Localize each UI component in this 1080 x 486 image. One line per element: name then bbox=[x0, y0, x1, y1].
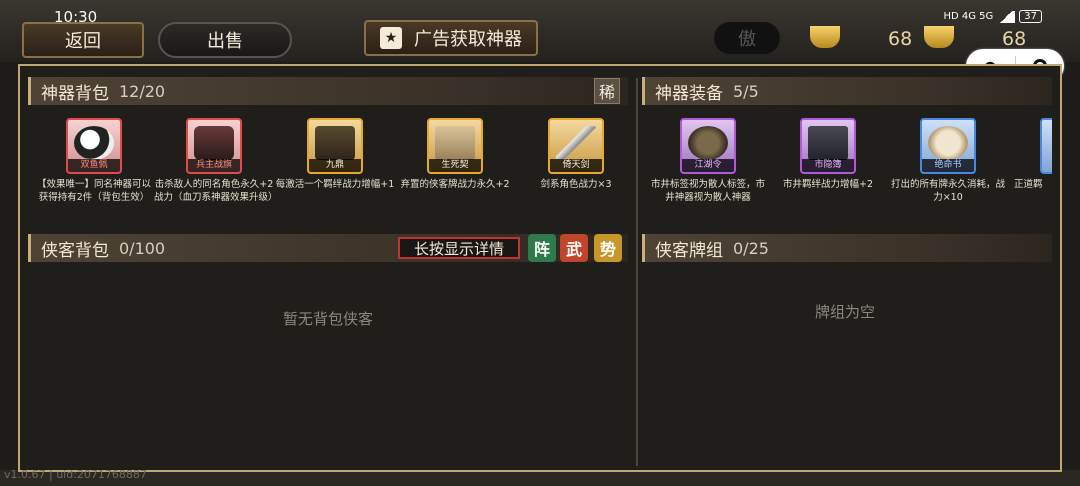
gold-ingot-icon bbox=[924, 26, 954, 48]
artifact-art: 兵主战旗 bbox=[186, 118, 242, 174]
ingot-icon bbox=[810, 26, 840, 48]
currency-right-value: 68 bbox=[1002, 28, 1027, 50]
network-label: HD 4G 5G bbox=[943, 11, 994, 22]
ledger-book-icon bbox=[808, 126, 848, 160]
hero-deck-count: 0/25 bbox=[733, 238, 769, 258]
artifact-art: 生死契 bbox=[427, 118, 483, 174]
sell-button[interactable]: 出售 bbox=[158, 22, 292, 58]
artifact-art: 绝命书 bbox=[920, 118, 976, 174]
artifact-desc: 弃置的侠客牌战力永久+2 bbox=[400, 179, 510, 190]
equipped-artifact-card[interactable]: 市隐簿 市井羁绊战力增幅+2 bbox=[768, 118, 888, 191]
artifact-name: 九鼎 bbox=[309, 159, 361, 172]
artifact-desc: 打出的所有牌永久消耗，战力×10 bbox=[890, 179, 1005, 203]
artifact-desc: 正道羁 bbox=[1014, 179, 1043, 190]
contract-book-icon bbox=[435, 126, 475, 160]
equipped-artifact-card-partial[interactable]: 正道羁 bbox=[1008, 118, 1052, 191]
artifact-art: 市隐簿 bbox=[800, 118, 856, 174]
artifact-art: 倚天剑 bbox=[548, 118, 604, 174]
yin-yang-pendant-icon bbox=[74, 126, 114, 160]
hero-deck-header: 侠客牌组 0/25 bbox=[642, 234, 1052, 262]
back-label: 返回 bbox=[65, 31, 101, 52]
artifact-card[interactable]: 九鼎 每激活一个羁绊战力增幅+1 bbox=[275, 118, 395, 191]
artifact-name: 兵主战旗 bbox=[188, 159, 240, 172]
artifact-card[interactable]: 生死契 弃置的侠客牌战力永久+2 bbox=[395, 118, 515, 191]
artifact-card[interactable]: 倚天剑 剑系角色战力×3 bbox=[516, 118, 636, 191]
status-bar: 10:30 HD 4G 5G 37 bbox=[0, 6, 1080, 28]
tripod-cauldron-icon bbox=[315, 126, 355, 160]
hero-bag-title: 侠客背包 bbox=[41, 240, 109, 261]
token-medallion-icon bbox=[688, 126, 728, 160]
game-logo-seal: 傲 bbox=[714, 22, 780, 54]
artifact-bag-header: 神器背包 12/20 稀 bbox=[28, 77, 628, 105]
equipped-artifact-card[interactable]: 江湖令 市井标签视为散人标签，市井神器视为散人神器 bbox=[648, 118, 768, 204]
artifact-desc: 剑系角色战力×3 bbox=[540, 179, 612, 190]
artifact-bag-count: 12/20 bbox=[119, 81, 166, 101]
artifact-name: 绝命书 bbox=[922, 159, 974, 172]
artifact-desc: 击杀敌人的同名角色永久+2战力（血刀系神器效果升级） bbox=[154, 179, 278, 203]
bottom-background bbox=[0, 470, 1080, 486]
filter-force-button[interactable]: 势 bbox=[594, 234, 622, 262]
hero-deck-title: 侠客牌组 bbox=[655, 240, 723, 261]
filter-martial-button[interactable]: 武 bbox=[560, 234, 588, 262]
artifact-name: 生死契 bbox=[429, 159, 481, 172]
artifact-art: 双鱼佩 bbox=[66, 118, 122, 174]
artifact-desc: 【效果唯一】同名神器可以获得持有2件（背包生效） bbox=[36, 179, 151, 203]
artifact-art: 江湖令 bbox=[680, 118, 736, 174]
hero-bag-empty-text: 暂无背包侠客 bbox=[283, 310, 374, 328]
version-label: v1.0.67 | uid:2071768887 bbox=[4, 468, 147, 481]
artifact-card[interactable]: 双鱼佩 【效果唯一】同名神器可以获得持有2件（背包生效） bbox=[34, 118, 154, 204]
back-button[interactable]: 返回 bbox=[22, 22, 144, 58]
artifact-equip-header: 神器装备 5/5 bbox=[642, 77, 1052, 105]
sell-label: 出售 bbox=[207, 31, 243, 52]
artifact-bag-title: 神器背包 bbox=[41, 83, 109, 104]
video-icon: ★ bbox=[380, 27, 402, 49]
hold-for-details-button[interactable]: 长按显示详情 bbox=[398, 237, 520, 259]
artifact-art bbox=[1040, 118, 1052, 174]
artifact-name: 江湖令 bbox=[682, 159, 734, 172]
signal-icon bbox=[997, 10, 1016, 23]
scroll-icon bbox=[928, 126, 968, 160]
hero-deck-empty-text: 牌组为空 bbox=[815, 303, 876, 321]
filter-formation-button[interactable]: 阵 bbox=[528, 234, 556, 262]
equipped-artifact-card[interactable]: 绝命书 打出的所有牌永久消耗，战力×10 bbox=[888, 118, 1008, 204]
system-icons: HD 4G 5G 37 bbox=[943, 10, 1042, 23]
artifact-art: 九鼎 bbox=[307, 118, 363, 174]
ad-artifact-button[interactable]: ★ 广告获取神器 bbox=[364, 20, 538, 56]
artifact-card[interactable]: 兵主战旗 击杀敌人的同名角色永久+2战力（血刀系神器效果升级） bbox=[154, 118, 278, 204]
battery-icon: 37 bbox=[1019, 10, 1042, 23]
artifact-desc: 市井标签视为散人标签，市井神器视为散人神器 bbox=[650, 179, 765, 203]
panel-divider bbox=[636, 78, 638, 466]
ad-label: 广告获取神器 bbox=[414, 29, 522, 50]
rarity-sort-button[interactable]: 稀 bbox=[594, 78, 620, 104]
currency-left-value: 68 bbox=[888, 28, 913, 50]
artifact-name: 市隐簿 bbox=[802, 159, 854, 172]
artifact-desc: 每激活一个羁绊战力增幅+1 bbox=[275, 179, 395, 190]
artifact-equip-title: 神器装备 bbox=[655, 83, 723, 104]
war-banner-icon bbox=[194, 126, 234, 160]
artifact-name: 倚天剑 bbox=[550, 159, 602, 172]
sword-icon bbox=[556, 126, 596, 160]
artifact-desc: 市井羁绊战力增幅+2 bbox=[782, 179, 873, 190]
artifact-equip-count: 5/5 bbox=[733, 81, 759, 101]
hero-bag-count: 0/100 bbox=[119, 238, 166, 258]
artifact-name: 双鱼佩 bbox=[68, 159, 120, 172]
